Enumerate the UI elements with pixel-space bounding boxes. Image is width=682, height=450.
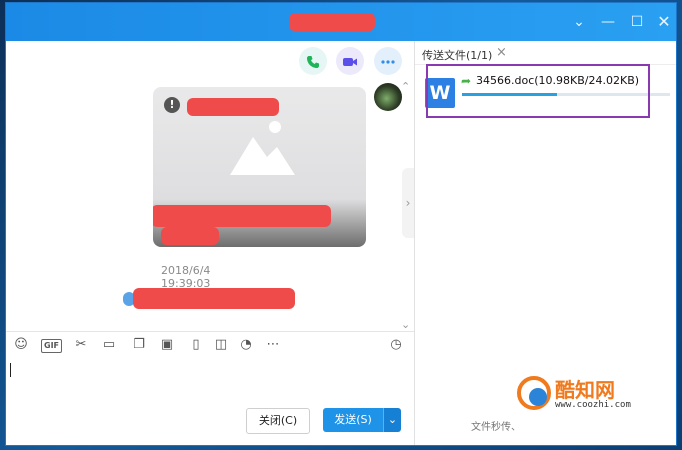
pane-divider [414,41,415,445]
music-icon[interactable]: ◔ [238,336,254,354]
red-packet-icon[interactable]: ◫ [213,336,229,354]
history-icon[interactable]: ◷ [388,336,404,354]
input-toolbar: ☺ GIF ✂ ▭ ❐ ▣ ▯ ◫ ◔ ⋯ ◷ [6,331,414,360]
sender-redaction [187,98,279,116]
panel-footer-text: 文件秒传、 [471,422,521,433]
image-placeholder-icon [230,121,295,175]
image-icon[interactable]: ▣ [159,336,175,354]
minimize-button[interactable]: — [598,12,618,32]
maximize-button[interactable]: ☐ [627,12,647,32]
more-tools-icon[interactable]: ⋯ [265,336,281,354]
tab-file-transfer[interactable]: 传送文件(1/1) [422,47,492,63]
avatar[interactable] [374,83,402,111]
video-call-button[interactable] [336,47,364,75]
send-options-dropdown[interactable]: ⌄ [383,408,401,432]
text-message[interactable] [117,288,295,310]
watermark-logo: 酷知网 www.coozhi.com [517,374,642,414]
chevron-right-icon[interactable]: › [402,168,414,238]
phone-icon [307,55,319,68]
title-redaction [289,13,375,31]
caption-redaction-2 [161,227,219,245]
tab-close-icon[interactable]: × [496,45,507,60]
watermark-url: www.coozhi.com [555,400,631,410]
more-actions-button[interactable] [374,47,402,75]
message-redaction [133,288,295,309]
image-message[interactable]: ! [153,87,366,247]
collapse-arrow-icon[interactable]: ⌄ [401,318,410,331]
favorites-icon[interactable]: ❐ [131,336,147,354]
watermark-title: 酷知网 [555,378,615,402]
caption-redaction [153,205,331,227]
warning-icon: ! [164,97,180,113]
send-button[interactable]: 发送(S) [323,408,383,432]
highlight-box [426,64,650,118]
logo-dot-icon [529,388,547,406]
more-icon [381,59,395,64]
expand-arrow-icon[interactable]: ⌃ [401,80,410,93]
shake-icon[interactable]: ▯ [188,336,204,354]
voice-call-button[interactable] [299,47,327,75]
title-bar[interactable]: ⌄ — ☐ ✕ [6,3,676,41]
logo-ring-icon [517,376,551,410]
video-icon [343,57,357,66]
scissors-icon[interactable]: ✂ [73,336,89,354]
close-button[interactable]: 关闭(C) [246,408,310,434]
close-window-button[interactable]: ✕ [654,12,674,32]
gif-icon[interactable]: GIF [41,339,63,353]
message-timestamp: 2018/6/4 19:39:03 [161,264,211,290]
emoji-icon[interactable]: ☺ [13,336,29,354]
chevron-down-icon[interactable]: ⌄ [569,12,589,32]
folder-icon[interactable]: ▭ [101,336,117,354]
text-input-cursor[interactable] [10,363,11,377]
